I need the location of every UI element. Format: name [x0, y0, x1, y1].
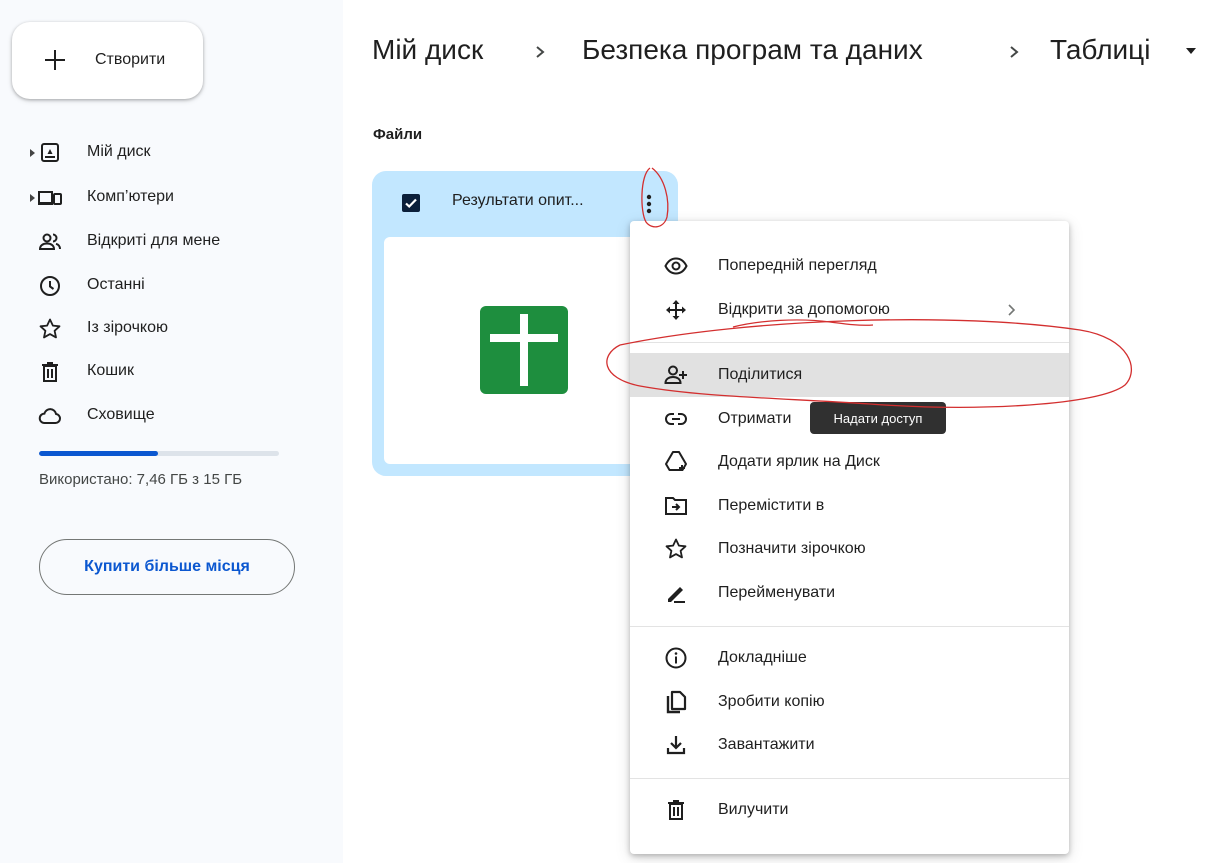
sidebar-item-label: Мій диск	[87, 143, 151, 160]
sidebar-item-storage[interactable]: Сховище	[0, 398, 343, 434]
menu-item-add-star[interactable]: Позначити зірочкою	[630, 527, 1069, 571]
menu-item-label: Перейменувати	[718, 584, 835, 601]
info-icon	[664, 646, 688, 670]
menu-item-label: Попередній перегляд	[718, 257, 877, 274]
check-icon	[405, 198, 417, 209]
open-with-icon	[664, 298, 688, 322]
menu-item-add-shortcut[interactable]: Додати ярлик на Диск	[630, 440, 1069, 484]
share-tooltip: Надати доступ	[810, 402, 946, 434]
shared-people-icon	[38, 230, 62, 254]
menu-item-move-to[interactable]: Перемістити в	[630, 484, 1069, 528]
google-sheets-icon	[480, 306, 568, 394]
menu-item-share[interactable]: Поділитися	[630, 353, 1069, 397]
menu-divider	[630, 778, 1069, 779]
breadcrumb-folder[interactable]: Безпека програм та даних	[582, 34, 923, 66]
storage-usage-bar	[39, 451, 279, 456]
sidebar-item-label: Відкриті для мене	[87, 232, 221, 249]
storage-usage-text: Використано: 7,46 ГБ з 15 ГБ	[39, 471, 243, 488]
create-button[interactable]: Створити	[12, 22, 203, 99]
copy-icon	[664, 690, 688, 714]
menu-item-label: Перемістити в	[718, 497, 825, 514]
sidebar-item-recent[interactable]: Останні	[0, 268, 343, 304]
file-name[interactable]: Результати опит...	[452, 192, 584, 210]
add-to-drive-icon	[664, 450, 688, 474]
menu-item-label: Вилучити	[718, 801, 789, 818]
clock-icon	[38, 274, 62, 298]
eye-icon	[664, 254, 688, 278]
sidebar-item-starred[interactable]: Із зірочкою	[0, 311, 343, 347]
person-add-icon	[664, 363, 688, 387]
storage-usage-fill	[39, 451, 159, 456]
menu-item-rename[interactable]: Перейменувати	[630, 571, 1069, 615]
menu-item-details[interactable]: Докладніше	[630, 636, 1069, 680]
menu-item-download[interactable]: Завантажити	[630, 723, 1069, 767]
move-to-folder-icon	[664, 494, 688, 518]
link-icon	[664, 407, 688, 431]
menu-item-label: Завантажити	[718, 736, 815, 753]
sidebar-item-computers[interactable]: Комп’ютери	[0, 180, 343, 216]
menu-item-remove[interactable]: Вилучити	[630, 788, 1069, 832]
breadcrumb-my-drive[interactable]: Мій диск	[372, 34, 483, 66]
star-icon	[664, 537, 688, 561]
files-section-label: Файли	[373, 126, 423, 143]
expand-caret-icon[interactable]	[30, 194, 35, 202]
chevron-down-icon[interactable]	[1186, 48, 1196, 54]
sidebar-item-shared-with-me[interactable]: Відкриті для мене	[0, 224, 343, 260]
menu-item-label: Позначити зірочкою	[718, 540, 866, 557]
download-icon	[664, 733, 688, 757]
sidebar-item-label: Комп’ютери	[87, 188, 174, 205]
drive-icon	[38, 141, 62, 165]
chevron-right-icon	[1008, 304, 1016, 316]
menu-item-label: Поділитися	[718, 366, 803, 383]
breadcrumb-current-folder[interactable]: Таблиці	[1050, 34, 1150, 66]
trash-icon	[38, 360, 62, 384]
menu-item-label: Додати ярлик на Диск	[718, 453, 880, 470]
menu-item-label: Докладніше	[718, 649, 807, 666]
sidebar-item-label: Кошик	[87, 362, 134, 379]
sidebar-item-trash[interactable]: Кошик	[0, 354, 343, 390]
sidebar-item-label: Сховище	[87, 406, 155, 423]
cloud-icon	[38, 404, 62, 428]
more-options-icon[interactable]	[635, 188, 663, 220]
chevron-right-icon	[1010, 46, 1019, 58]
computers-icon	[38, 186, 62, 210]
menu-item-open-with[interactable]: Відкрити за допомогою	[630, 288, 1069, 332]
sidebar: Створити Мій диск Комп’ютери Відкриті дл…	[0, 0, 343, 863]
sidebar-item-label: Останні	[87, 276, 145, 293]
menu-item-label: Відкрити за допомогою	[718, 301, 890, 318]
create-button-label: Створити	[95, 51, 166, 68]
menu-item-label: Зробити копію	[718, 693, 825, 710]
menu-divider	[630, 342, 1069, 343]
menu-item-label: Отримати	[718, 410, 792, 427]
menu-item-make-copy[interactable]: Зробити копію	[630, 680, 1069, 724]
sidebar-item-my-drive[interactable]: Мій диск	[0, 135, 343, 171]
expand-caret-icon[interactable]	[30, 149, 35, 157]
menu-item-preview[interactable]: Попередній перегляд	[630, 244, 1069, 288]
star-icon	[38, 317, 62, 341]
sidebar-item-label: Із зірочкою	[87, 319, 168, 336]
chevron-right-icon	[536, 46, 545, 58]
context-menu: Попередній перегляд Відкрити за допомого…	[630, 221, 1069, 854]
checkbox-checked[interactable]	[402, 194, 420, 212]
plus-icon	[45, 50, 65, 70]
rename-pen-icon	[664, 581, 688, 605]
buy-storage-button[interactable]: Купити більше місця	[39, 539, 295, 595]
menu-divider	[630, 626, 1069, 627]
trash-icon	[664, 798, 688, 822]
file-thumbnail[interactable]	[384, 237, 666, 464]
